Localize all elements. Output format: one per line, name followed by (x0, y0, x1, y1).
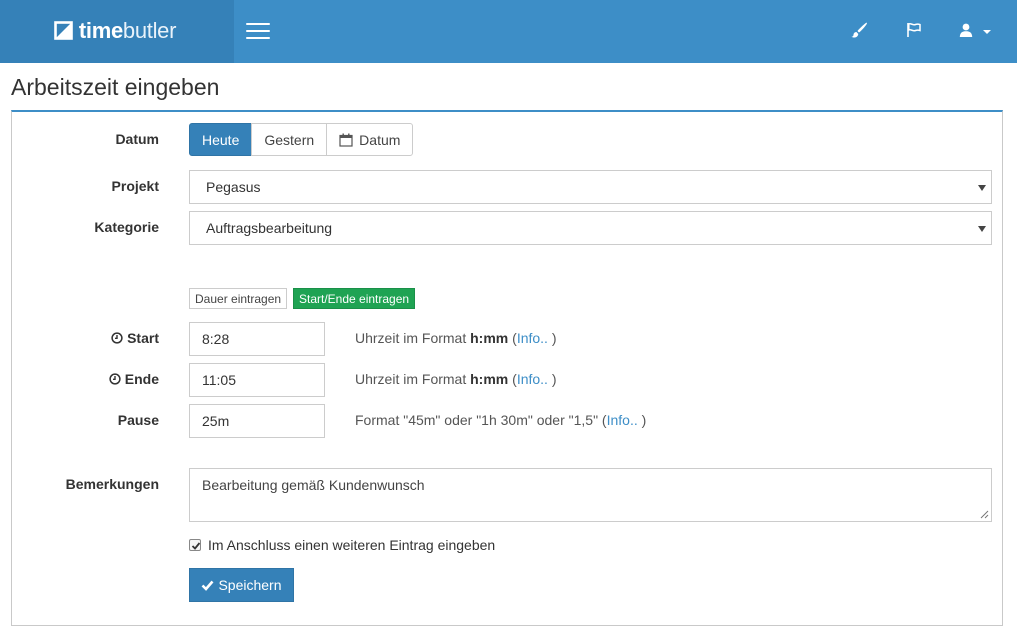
datum-button-group: Heute Gestern Datum (189, 123, 414, 156)
clock-icon (109, 373, 121, 385)
projekt-label: Projekt (111, 178, 159, 194)
user-icon[interactable] (958, 21, 976, 39)
ende-input[interactable]: 11:05 (189, 363, 325, 397)
top-navbar: timebutler (0, 0, 1017, 63)
ende-label: Ende (124, 371, 159, 387)
bemerkungen-value: Bearbeitung gemäß Kundenwunsch (202, 477, 425, 493)
hamburger-icon[interactable] (246, 23, 270, 41)
info-link[interactable]: Info.. (517, 371, 548, 387)
flag-icon[interactable] (905, 21, 923, 39)
start-label-row: Start (9, 330, 159, 346)
ende-help: Uhrzeit im Format h:mm (Info.. ) (355, 371, 557, 387)
dauer-eintragen-toggle[interactable]: Dauer eintragen (189, 288, 288, 309)
resize-handle-icon[interactable] (980, 510, 989, 519)
clock-icon (111, 332, 123, 344)
datum-label: Datum (115, 131, 159, 147)
datum-picker-button[interactable]: Datum (326, 123, 414, 156)
projekt-value: Pegasus (206, 179, 261, 195)
gestern-button[interactable]: Gestern (251, 123, 328, 156)
check-icon (202, 580, 214, 591)
weiterer-eintrag-label: Im Anschluss einen weiteren Eintrag eing… (208, 537, 496, 553)
kategorie-select[interactable]: Auftragsbearbeitung (189, 211, 992, 245)
start-ende-eintragen-toggle[interactable]: Start/Ende eintragen (293, 288, 416, 309)
calendar-icon (339, 133, 353, 147)
brand[interactable]: timebutler (0, 0, 234, 63)
info-link[interactable]: Info.. (607, 412, 638, 428)
kategorie-label: Kategorie (94, 219, 159, 235)
heute-button[interactable]: Heute (189, 123, 253, 156)
projekt-select[interactable]: Pegasus (189, 170, 992, 204)
pause-help: Format "45m" oder "1h 30m" oder "1,5" (I… (355, 412, 647, 428)
page-title: Arbeitszeit eingeben (11, 74, 220, 100)
start-input[interactable]: 8:28 (189, 322, 325, 356)
dropdown-arrow-icon (978, 185, 986, 191)
brand-name: timebutler (78, 17, 177, 43)
paintbrush-icon[interactable] (850, 21, 868, 39)
ende-label-row: Ende (9, 371, 159, 387)
start-label: Start (127, 330, 159, 346)
bemerkungen-textarea[interactable]: Bearbeitung gemäß Kundenwunsch (189, 468, 992, 522)
info-link[interactable]: Info.. (517, 330, 548, 346)
caret-down-icon[interactable] (983, 30, 991, 34)
pause-label: Pause (117, 412, 159, 428)
start-help: Uhrzeit im Format h:mm (Info.. ) (355, 330, 557, 346)
dropdown-arrow-icon (978, 226, 986, 232)
checkmark-icon (191, 542, 201, 550)
speichern-button[interactable]: Speichern (189, 568, 294, 602)
weiterer-eintrag-row: Im Anschluss einen weiteren Eintrag eing… (189, 537, 495, 553)
speichern-label: Speichern (218, 577, 282, 593)
pause-input[interactable]: 25m (189, 404, 325, 438)
kategorie-value: Auftragsbearbeitung (206, 220, 333, 236)
weiterer-eintrag-checkbox[interactable] (189, 539, 201, 551)
bemerkungen-label: Bemerkungen (65, 476, 159, 492)
logo-icon (54, 21, 73, 40)
